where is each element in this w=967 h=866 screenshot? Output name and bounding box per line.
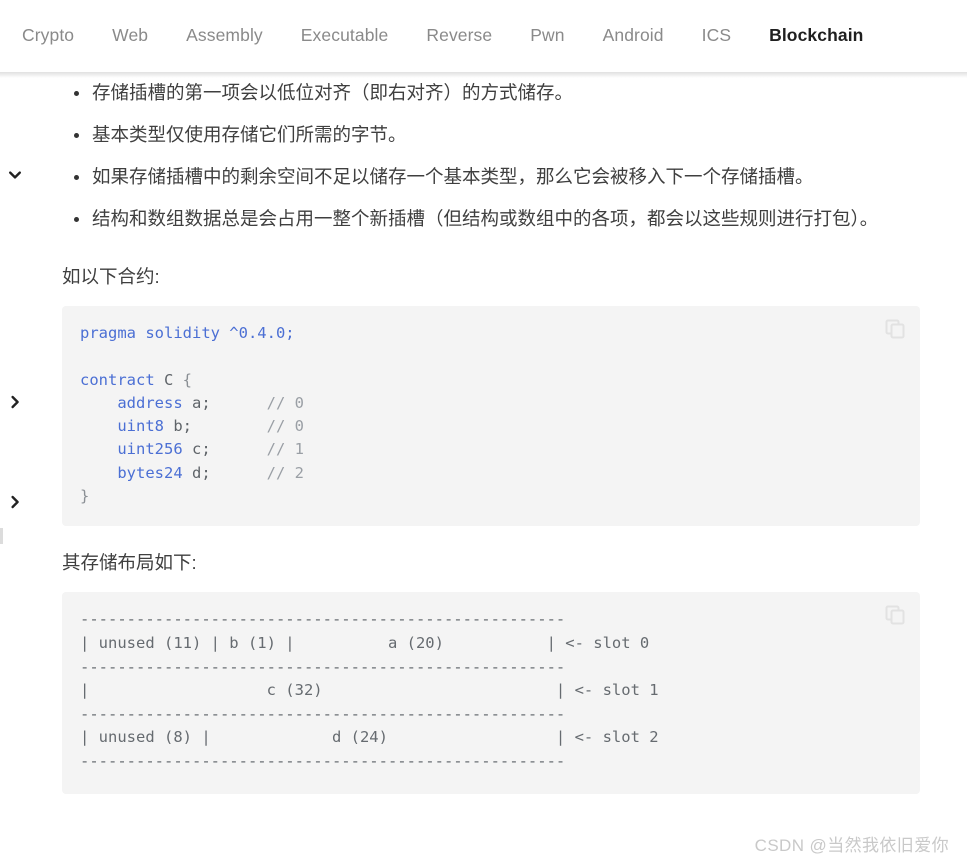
nav-item-assembly[interactable]: Assembly xyxy=(186,25,263,46)
code-token: a; xyxy=(182,393,267,412)
code-token: // 0 xyxy=(266,393,304,412)
list-item: 基本类型仅使用存储它们所需的字节。 xyxy=(62,114,967,156)
code-token: c; xyxy=(182,440,267,459)
nav-item-crypto[interactable]: Crypto xyxy=(22,25,74,46)
code-token: // 2 xyxy=(266,463,304,482)
code-block-storage-layout: ----------------------------------------… xyxy=(62,592,920,794)
code-token: uint256 xyxy=(117,440,183,459)
nav-item-ics[interactable]: ICS xyxy=(702,25,731,46)
chevron-right-icon[interactable] xyxy=(2,489,28,515)
list-item: 存储插槽的第一项会以低位对齐（即右对齐）的方式储存。 xyxy=(62,72,967,114)
code-token: address xyxy=(117,393,183,412)
rail-edge-marker xyxy=(0,528,3,544)
copy-icon[interactable] xyxy=(884,604,906,626)
article-content: 存储插槽的第一项会以低位对齐（即右对齐）的方式储存。 基本类型仅使用存储它们所需… xyxy=(0,72,967,794)
top-navigation-bar: Crypto Web Assembly Executable Reverse P… xyxy=(0,0,967,72)
code-token: // 1 xyxy=(266,440,304,459)
storage-layout-diagram: ----------------------------------------… xyxy=(80,610,659,770)
chevron-down-icon[interactable] xyxy=(2,162,28,188)
nav-item-list: Crypto Web Assembly Executable Reverse P… xyxy=(0,0,967,71)
nav-item-reverse[interactable]: Reverse xyxy=(426,25,492,46)
contract-intro-text: 如以下合约: xyxy=(62,266,160,287)
code-token: pragma solidity ^0.4.0; xyxy=(80,324,295,342)
list-item: 如果存储插槽中的剩余空间不足以储存一个基本类型，那么它会被移入下一个存储插槽。 xyxy=(62,156,967,198)
code-token: b; xyxy=(164,417,267,436)
layout-intro-text: 其存储布局如下: xyxy=(62,552,197,574)
code-token: contract xyxy=(80,370,155,389)
nav-item-pwn[interactable]: Pwn xyxy=(530,25,564,46)
code-block-solidity: pragma solidity ^0.4.0; contract C { add… xyxy=(62,306,920,527)
nav-item-web[interactable]: Web xyxy=(112,25,148,46)
nav-bottom-shadow xyxy=(0,71,967,78)
nav-item-android[interactable]: Android xyxy=(603,25,664,46)
code-token: d; xyxy=(182,463,267,482)
code-token: { xyxy=(182,370,192,389)
csdn-watermark: CSDN @当然我依旧爱你 xyxy=(754,836,949,855)
code-token: uint8 xyxy=(117,417,164,436)
nav-item-executable[interactable]: Executable xyxy=(301,25,389,46)
solidity-source: pragma solidity ^0.4.0; contract C { add… xyxy=(80,322,902,508)
code-token: bytes24 xyxy=(117,463,183,482)
list-item: 结构和数组数据总是会占用一整个新插槽（但结构或数组中的各项，都会以这些规则进行打… xyxy=(62,198,967,240)
storage-rules-list: 存储插槽的第一项会以低位对齐（即右对齐）的方式储存。 基本类型仅使用存储它们所需… xyxy=(0,72,967,240)
code-token: C xyxy=(154,370,183,389)
nav-item-blockchain[interactable]: Blockchain xyxy=(769,25,863,46)
code-token: } xyxy=(80,487,90,506)
code-token: // 0 xyxy=(266,417,304,436)
copy-icon[interactable] xyxy=(884,318,906,340)
chevron-right-icon[interactable] xyxy=(2,389,28,415)
